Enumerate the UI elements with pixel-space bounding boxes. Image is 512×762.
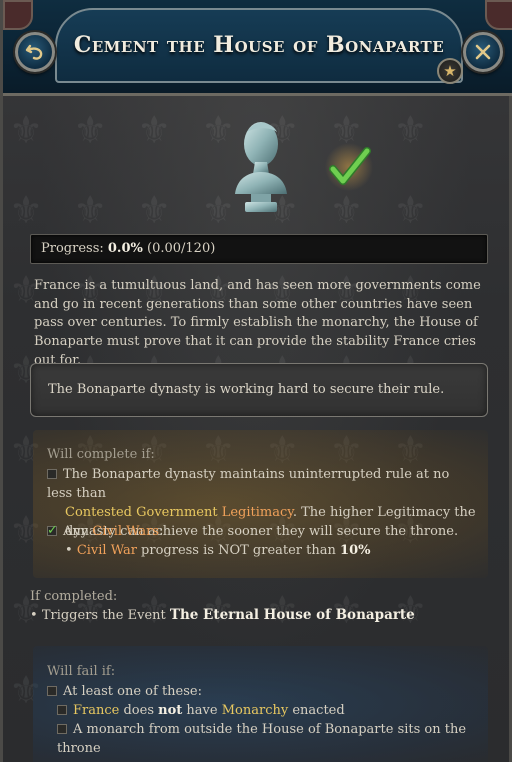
status-box: The Bonaparte dynasty is working hard to… (30, 363, 488, 417)
condition-negation: not (158, 703, 183, 718)
keyword-france[interactable]: France (73, 703, 119, 718)
undo-arrow-icon (25, 44, 43, 60)
condition-text: The Bonaparte dynasty maintains uninterr… (47, 467, 450, 501)
panel-title: Cement the House of Bonaparte (73, 32, 445, 58)
condition-checkbox (47, 469, 57, 479)
condition-suffix: : (159, 524, 164, 539)
journal-description: France is a tumultuous land, and has see… (34, 278, 481, 368)
fail-condition-group: At least one of these: (47, 682, 202, 701)
header-corner-ornament (3, 0, 33, 30)
journal-entry-panel: ⚜⚜⚜⚜⚜⚜⚜⚜⚜⚜⚜⚜⚜⚜⚜⚜⚜⚜⚜⚜⚜⚜⚜⚜⚜⚜⚜⚜⚜⚜⚜⚜⚜⚜⚜⚜⚜⚜⚜⚜… (0, 0, 512, 762)
will-complete-heading: Will complete if: (47, 447, 155, 462)
fail-condition-outside-monarch: A monarch from outside the House of Bona… (57, 720, 509, 758)
if-completed-effect: • Triggers the Event The Eternal House o… (30, 607, 415, 623)
progress-bar: Progress: 0.0% (0.00/120) (30, 234, 488, 264)
effect-text: Triggers the Event (41, 608, 166, 623)
condition-checkbox-checked (47, 521, 58, 540)
star-icon[interactable]: ★ (437, 58, 463, 84)
condition-text: At least one of these: (63, 684, 202, 699)
condition-text: . The higher Legitimacy the (292, 505, 476, 520)
close-x-icon (475, 44, 491, 60)
progress-label: Progress: (41, 241, 104, 256)
condition-checkbox (57, 705, 67, 715)
progress-percent: 0.0% (107, 241, 143, 256)
bullet: • (65, 543, 73, 558)
status-text: The Bonaparte dynasty is working hard to… (48, 382, 445, 397)
complete-condition-civil-wars: Any Civil Wars: (47, 521, 164, 541)
condition-checkbox (47, 686, 57, 696)
progress-detail: (0.00/120) (147, 241, 216, 256)
bullet: • (30, 608, 38, 623)
condition-prefix: Any (63, 524, 89, 539)
condition-text: have (186, 703, 218, 718)
threshold-value: 10% (340, 543, 371, 558)
keyword-monarchy[interactable]: Monarchy (222, 703, 288, 718)
close-button[interactable] (463, 32, 503, 72)
condition-text: A monarch from outside the House of Bona… (57, 722, 467, 756)
keyword-legitimacy[interactable]: Legitimacy (222, 505, 293, 520)
keyword-contested-government[interactable]: Contested Government (65, 505, 218, 520)
condition-text: does (123, 703, 154, 718)
header-corner-ornament (485, 0, 512, 30)
checkmark-icon (325, 143, 373, 191)
condition-checkbox (57, 724, 67, 734)
bust-icon (235, 122, 287, 212)
back-button[interactable] (15, 32, 55, 72)
keyword-civil-wars[interactable]: Civil Wars (92, 524, 159, 539)
condition-text: enacted (292, 703, 345, 718)
complete-subcondition-civil-war-progress: • Civil War progress is NOT greater than… (65, 541, 370, 560)
if-completed-heading: If completed: (30, 589, 118, 604)
event-name-link[interactable]: The Eternal House of Bonaparte (170, 607, 415, 623)
condition-text: progress is NOT greater than (141, 543, 336, 558)
will-fail-heading: Will fail if: (47, 664, 116, 679)
keyword-civil-war[interactable]: Civil War (77, 543, 137, 558)
fail-condition-monarchy: France does not have Monarchy enacted (57, 701, 345, 720)
panel-header: Cement the House of Bonaparte ★ (3, 0, 512, 96)
